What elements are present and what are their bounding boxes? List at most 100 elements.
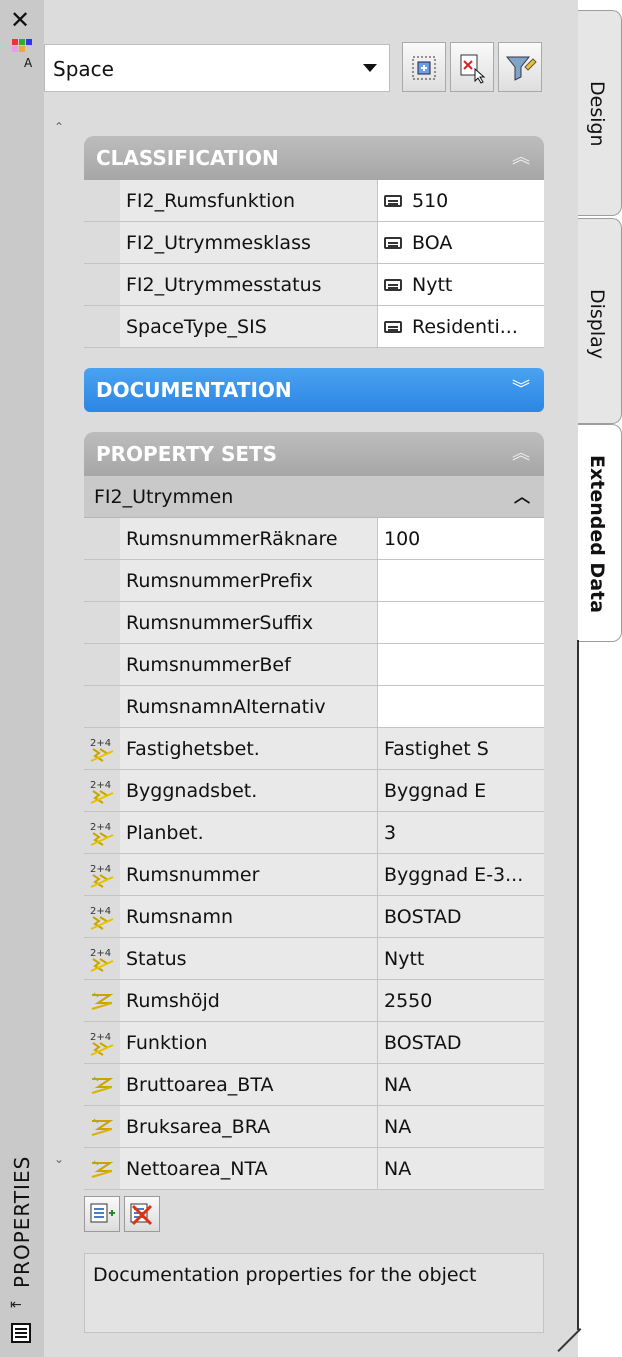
property-row[interactable]: FI2_Rumsfunktion 510 — [84, 180, 544, 222]
property-set-rows: RumsnummerRäknare 100 RumsnummerPrefix Rums… — [84, 518, 544, 1190]
svg-text:2+4: 2+4 — [90, 780, 111, 791]
properties-menu-icon[interactable] — [10, 1322, 32, 1344]
property-name: RumsnummerSuffix — [120, 602, 378, 643]
property-value[interactable]: 510 — [378, 180, 544, 221]
property-value[interactable]: BOA — [378, 222, 544, 263]
row-icon-cell — [84, 1148, 120, 1189]
property-row[interactable]: FI2_Utrymmesstatus Nytt — [84, 264, 544, 306]
row-icon-cell — [84, 1064, 120, 1105]
row-icon-cell — [84, 644, 120, 685]
property-row[interactable]: 2+4 Fastighetsbet. Fastighet S — [84, 728, 544, 770]
property-row[interactable]: RumsnamnAlternativ — [84, 686, 544, 728]
property-row[interactable]: 2+4 Byggnadsbet. Byggnad E — [84, 770, 544, 812]
expand-icon[interactable]: ︾ — [512, 368, 530, 412]
tab-design[interactable]: Design — [578, 10, 622, 216]
formula-icon: 2+4 — [90, 822, 114, 846]
palette-title: PROPERTIES — [10, 1155, 34, 1288]
collapse-icon[interactable]: ︽ — [512, 432, 530, 476]
property-name: Fastighetsbet. — [120, 728, 378, 769]
property-value-text: BOA — [412, 231, 453, 254]
row-icon-cell: 2+4 — [84, 896, 120, 937]
property-value: BOSTAD — [378, 896, 544, 937]
property-name: Bruksarea_BRA — [120, 1106, 378, 1147]
property-value: NA — [378, 1148, 544, 1189]
property-name: RumsnummerBef — [120, 644, 378, 685]
property-value[interactable] — [378, 602, 544, 643]
property-row[interactable]: Nettoarea_NTA NA — [84, 1148, 544, 1190]
property-name: Rumshöjd — [120, 980, 378, 1021]
close-icon[interactable]: ✕ — [10, 8, 30, 32]
property-value[interactable] — [378, 560, 544, 601]
collapse-icon[interactable]: ︽ — [512, 136, 530, 180]
property-row[interactable]: RumsnummerBef — [84, 644, 544, 686]
row-icon-cell — [84, 1106, 120, 1147]
property-name: Nettoarea_NTA — [120, 1148, 378, 1189]
toggle-pickadd-button[interactable] — [498, 42, 542, 92]
category-documentation[interactable]: DOCUMENTATION ︾ — [84, 368, 544, 412]
property-row[interactable]: RumsnummerSuffix — [84, 602, 544, 644]
list-icon — [384, 278, 402, 291]
select-objects-button[interactable] — [402, 42, 446, 92]
property-value[interactable]: Nytt — [378, 264, 544, 305]
scroll-up-icon[interactable]: ⌃ — [54, 120, 64, 134]
automatic-icon — [91, 1160, 114, 1178]
property-row[interactable]: Rumshöjd 2550 — [84, 980, 544, 1022]
property-name: RumsnamnAlternativ — [120, 686, 378, 727]
property-row[interactable]: SpaceType_SIS Residenti... — [84, 306, 544, 348]
quick-select-button[interactable] — [450, 42, 494, 92]
property-row[interactable]: 2+4 Rumsnummer Byggnad E-3... — [84, 854, 544, 896]
auto-hide-icon[interactable]: ⇤ — [10, 1297, 22, 1313]
palette-icon[interactable]: A — [10, 37, 38, 69]
property-row[interactable]: 2+4 Status Nytt — [84, 938, 544, 980]
remove-property-sets-button[interactable] — [124, 1196, 160, 1232]
category-classification[interactable]: CLASSIFICATION ︽ — [84, 136, 544, 180]
property-row[interactable]: FI2_Utrymmesklass BOA — [84, 222, 544, 264]
property-row[interactable]: Bruttoarea_BTA NA — [84, 1064, 544, 1106]
automatic-icon — [91, 1118, 114, 1136]
property-name: Bruttoarea_BTA — [120, 1064, 378, 1105]
category-title: DOCUMENTATION — [96, 378, 292, 402]
svg-text:2+4: 2+4 — [90, 864, 111, 875]
formula-icon: 2+4 — [90, 1032, 114, 1056]
svg-text:2+4: 2+4 — [90, 738, 111, 749]
object-type-select[interactable]: Space — [44, 44, 390, 92]
row-icon-cell — [84, 980, 120, 1021]
property-row[interactable]: Bruksarea_BRA NA — [84, 1106, 544, 1148]
property-value[interactable]: Residenti... — [378, 306, 544, 347]
list-icon — [384, 236, 402, 249]
classification-rows: FI2_Rumsfunktion 510 FI2_Utrymmesklass BOA F… — [84, 180, 544, 348]
tab-extended-data[interactable]: Extended Data — [578, 424, 622, 642]
property-value[interactable] — [378, 686, 544, 727]
property-row[interactable]: 2+4 Planbet. 3 — [84, 812, 544, 854]
formula-icon: 2+4 — [90, 738, 114, 762]
category-property-sets[interactable]: PROPERTY SETS ︽ — [84, 432, 544, 476]
row-icon-cell — [84, 222, 120, 263]
property-row[interactable]: RumsnummerPrefix — [84, 560, 544, 602]
svg-text:2+4: 2+4 — [90, 1032, 111, 1043]
property-row[interactable]: 2+4 Rumsnamn BOSTAD — [84, 896, 544, 938]
row-icon-cell — [84, 306, 120, 347]
property-value[interactable]: 100 — [378, 518, 544, 559]
property-grid: CLASSIFICATION ︽ FI2_Rumsfunktion 510 FI2_… — [84, 136, 544, 1190]
chevron-down-icon — [363, 64, 377, 72]
property-name: Planbet. — [120, 812, 378, 853]
property-value[interactable] — [378, 644, 544, 685]
property-name: FI2_Rumsfunktion — [120, 180, 378, 221]
row-icon-cell: 2+4 — [84, 728, 120, 769]
property-name: SpaceType_SIS — [120, 306, 378, 347]
scrollbar[interactable] — [52, 116, 68, 1172]
property-value: Byggnad E — [378, 770, 544, 811]
tab-display[interactable]: Display — [578, 218, 622, 424]
tab-edge — [577, 640, 579, 1330]
property-name: Funktion — [120, 1022, 378, 1063]
property-row[interactable]: RumsnummerRäknare 100 — [84, 518, 544, 560]
property-set-header[interactable]: FI2_Utrymmen ︿ — [84, 476, 544, 518]
description-box: Documentation properties for the object — [84, 1253, 544, 1333]
property-name: Byggnadsbet. — [120, 770, 378, 811]
add-property-sets-button[interactable] — [84, 1196, 120, 1232]
tab-label: Display — [586, 289, 608, 360]
scroll-down-icon[interactable]: ⌄ — [54, 1152, 64, 1166]
chevron-up-icon[interactable]: ︿ — [514, 476, 530, 518]
row-icon-cell: 2+4 — [84, 812, 120, 853]
property-row[interactable]: 2+4 Funktion BOSTAD — [84, 1022, 544, 1064]
